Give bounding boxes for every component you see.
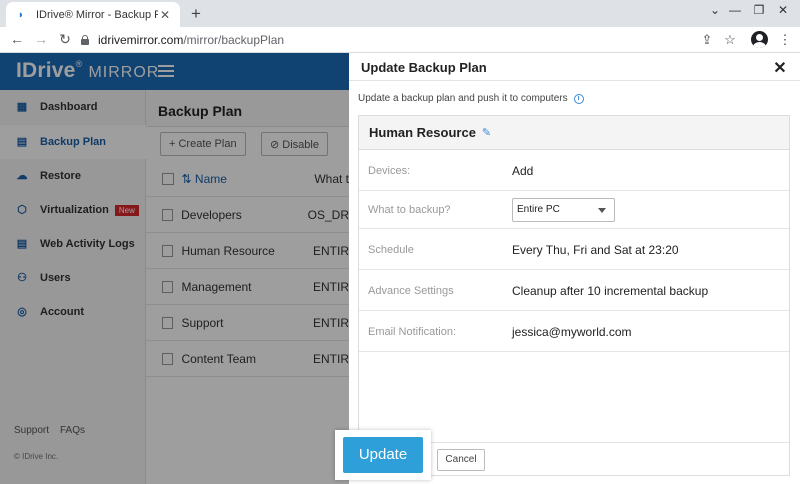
email-notification-label: Email Notification: (368, 326, 457, 338)
forward-button[interactable]: → (32, 30, 50, 48)
chevron-down-icon (598, 208, 606, 213)
tab-title: IDrive® Mirror - Backup Plan (36, 8, 158, 21)
close-window-button[interactable]: ✕ (768, 3, 798, 17)
back-button[interactable]: ← (8, 30, 26, 48)
url-field[interactable]: idrivemirror.com/mirror/backupPlan (80, 30, 700, 50)
plan-name-title: Human Resource (369, 125, 476, 140)
pencil-edit-icon[interactable]: ✎ (482, 126, 491, 139)
share-icon[interactable]: ⇪ (698, 31, 716, 49)
what-to-backup-row: What to backup? Entire PC (359, 192, 789, 229)
close-icon[interactable]: ✕ (773, 58, 787, 78)
new-tab-button[interactable]: + (186, 4, 206, 24)
lock-icon (80, 35, 90, 45)
what-to-backup-select[interactable]: Entire PC (512, 198, 615, 222)
profile-avatar-icon[interactable] (751, 31, 768, 48)
app-root: IDrive® MIRROR ▦ Dashboard ▤ Backup Plan… (0, 53, 800, 484)
panel-header: Update Backup Plan ✕ (349, 53, 800, 81)
devices-row: Devices: Add (359, 151, 789, 191)
idrive-favicon-icon: ◗ (17, 8, 25, 21)
info-icon[interactable]: i (573, 93, 584, 104)
email-notification-row[interactable]: Email Notification: jessica@myworld.com (359, 312, 789, 352)
bookmark-star-icon[interactable]: ☆ (721, 31, 739, 49)
advance-settings-label: Advance Settings (368, 285, 454, 297)
schedule-value[interactable]: Every Thu, Fri and Sat at 23:20 (512, 243, 679, 257)
email-notification-value[interactable]: jessica@myworld.com (512, 325, 632, 339)
cancel-button[interactable]: Cancel (437, 449, 485, 471)
schedule-row[interactable]: Schedule Every Thu, Fri and Sat at 23:20 (359, 230, 789, 270)
browser-menu-icon[interactable]: ⋮ (776, 31, 794, 49)
tab-close-icon[interactable]: ✕ (158, 8, 172, 22)
browser-tabstrip: ◗ IDrive® Mirror - Backup Plan ✕ + ⌄ — ❐… (0, 0, 800, 27)
add-devices-link[interactable]: Add (512, 164, 533, 178)
advance-settings-row[interactable]: Advance Settings Cleanup after 10 increm… (359, 271, 789, 311)
plan-form-card: Human Resource ✎ Devices: Add What to ba… (358, 115, 790, 476)
modal-overlay[interactable] (0, 53, 349, 484)
reload-button[interactable]: ↻ (56, 30, 74, 48)
update-backup-plan-panel: Update Backup Plan ✕ Update a backup pla… (349, 53, 800, 484)
url-path: /mirror/backupPlan (183, 33, 285, 47)
browser-tab[interactable]: ◗ IDrive® Mirror - Backup Plan ✕ (6, 2, 180, 27)
advance-settings-value[interactable]: Cleanup after 10 incremental backup (512, 284, 708, 298)
panel-subtitle: Update a backup plan and push it to comp… (358, 93, 584, 104)
panel-title: Update Backup Plan (361, 60, 487, 75)
devices-label: Devices: (368, 165, 411, 177)
update-button[interactable]: Update (343, 437, 423, 473)
address-bar-row: ← → ↻ idrivemirror.com/mirror/backupPlan… (0, 27, 800, 53)
plan-header: Human Resource ✎ (359, 116, 789, 150)
what-to-backup-label: What to backup? (368, 204, 451, 216)
schedule-label: Schedule (368, 244, 414, 256)
url-host: idrivemirror.com (98, 33, 184, 47)
